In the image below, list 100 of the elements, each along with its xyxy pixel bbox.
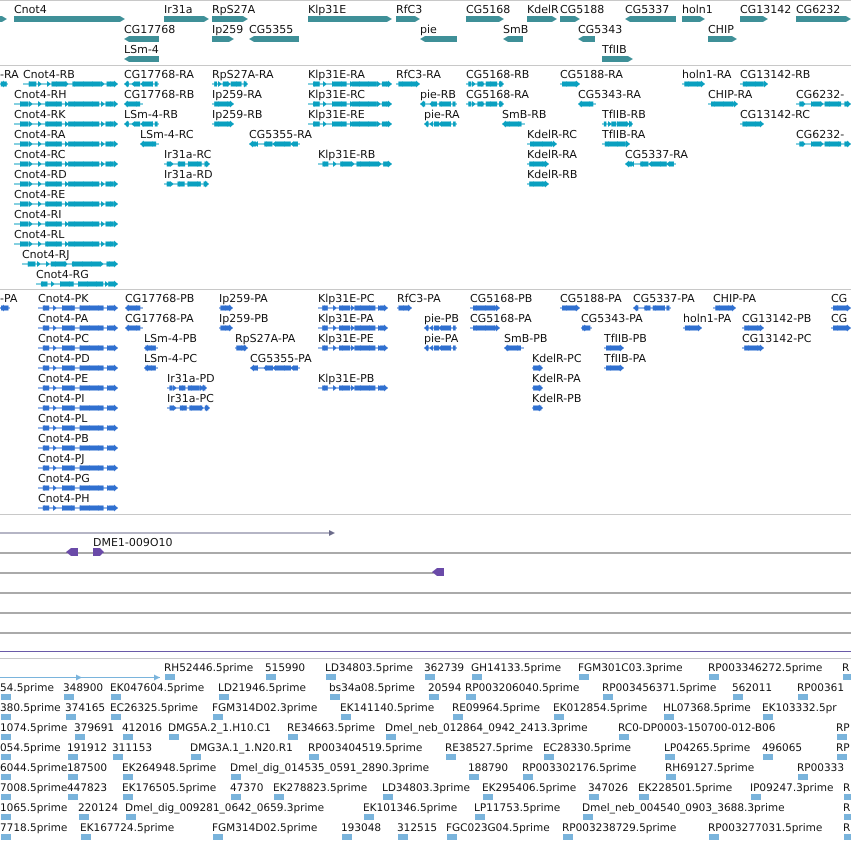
feature-label: LSm-4-PB — [144, 333, 197, 345]
feature-label: -RA — [0, 69, 19, 81]
feature-glyph — [469, 774, 479, 780]
feature-label: EK264948.5prime — [122, 762, 216, 774]
feature-label: RE34663.5prime — [287, 722, 375, 734]
feature-label: Klp31E-PC — [318, 293, 374, 305]
feature-label: Ip259-RA — [212, 89, 262, 101]
feature-label: R — [843, 782, 850, 794]
feature-glyph — [75, 734, 85, 740]
feature-label: RfC3-RA — [396, 69, 441, 81]
feature-label: 348900 — [63, 682, 104, 694]
feature-label: 347026 — [588, 782, 628, 794]
feature-label: 362739 — [424, 662, 464, 674]
feature-label: CG5343 — [578, 24, 622, 36]
feature-label: EK176505.5prime — [122, 782, 216, 794]
feature-glyph — [330, 694, 340, 700]
feature-label: DMG5A.2_1.H10.C1 — [168, 722, 271, 734]
feature-glyph — [466, 694, 476, 700]
feature-label: 6044.5prime — [0, 762, 68, 774]
feature-label: KdelR-RA — [527, 149, 577, 161]
feature-label: CG5188-RA — [560, 69, 623, 81]
feature-label: pie — [420, 24, 437, 36]
feature-label: CG5355-RA — [249, 129, 312, 141]
feature-label: R — [843, 802, 850, 814]
feature-label: CHIP-PA — [713, 293, 756, 305]
feature-glyph — [1, 734, 11, 740]
feature-label: EK295406.5prime — [482, 782, 576, 794]
feature-label: Cnot4-PE — [38, 373, 88, 385]
feature-glyph — [1, 754, 11, 760]
feature-label: RP003302176.5prime — [522, 762, 636, 774]
feature-label: TfIIB — [602, 44, 627, 56]
feature-glyph — [483, 794, 493, 800]
feature-label: EK278823.5prime — [273, 782, 368, 794]
feature-label: RP003277031.5prime — [708, 822, 822, 834]
feature-label: 193048 — [341, 822, 382, 834]
feature-label: Cnot4-RK — [14, 109, 66, 121]
feature-glyph — [563, 834, 573, 840]
feature-label: GH14133.5prime — [471, 662, 562, 674]
feature-glyph — [123, 794, 133, 800]
feature-glyph — [111, 714, 121, 720]
feature-label: Ip259-PA — [219, 293, 268, 305]
feature-label: 412016 — [122, 722, 162, 734]
feature-label: 562011 — [732, 682, 772, 694]
feature-label: bs34a08.5prime — [329, 682, 415, 694]
feature-label: CG13142-RC — [740, 109, 810, 121]
feature-label: 1074.5prime — [0, 722, 68, 734]
feature-label: CG17768-RA — [124, 69, 194, 81]
feature-glyph — [837, 754, 847, 760]
feature-label: LSm-4 — [124, 44, 159, 56]
feature-label: RC0-DP0003-150700-012-B06 — [618, 722, 776, 734]
feature-label: Cnot4-RL — [14, 229, 64, 241]
feature-label: KdelR-RB — [527, 169, 578, 181]
feature-glyph — [309, 754, 319, 760]
feature-label: KdelR-RC — [527, 129, 577, 141]
feature-label: CG6232- — [796, 89, 844, 101]
feature-glyph — [603, 694, 613, 700]
feature-label: SmB-PB — [504, 333, 548, 345]
feature-glyph — [165, 674, 175, 680]
feature-label: 220124 — [78, 802, 118, 814]
feature-label: LD34803.5prime — [325, 662, 413, 674]
feature-label: 1065.5prime — [0, 802, 68, 814]
feature-label: EK228501.5prime — [638, 782, 732, 794]
feature-label: EK167724.5prime — [80, 822, 174, 834]
feature-glyph — [64, 694, 74, 700]
feature-label: RpS27A-PA — [235, 333, 296, 345]
feature-label: Cnot4-RJ — [22, 249, 70, 261]
feature-glyph — [1, 774, 11, 780]
feature-label: Cnot4 — [14, 4, 47, 16]
feature-label: Ir31a-RD — [164, 169, 213, 181]
feature-label: CG17768 — [124, 24, 176, 36]
feature-label: SmB-RB — [502, 109, 546, 121]
feature-glyph — [554, 714, 564, 720]
feature-label: 379691 — [74, 722, 114, 734]
feature-label: CG6232- — [796, 129, 844, 141]
feature-label: KdelR-PC — [532, 353, 582, 365]
feature-label: Dmel_dig_014535_0591_2890.3prime — [230, 762, 430, 774]
feature-glyph — [429, 694, 439, 700]
feature-label: RpS27A — [212, 4, 256, 16]
feature-label: R — [843, 822, 850, 834]
feature-label: RfC3-PA — [397, 293, 441, 305]
feature-label: 187500 — [67, 762, 108, 774]
feature-label: FGM314D02.3prime — [212, 702, 318, 714]
feature-label: LD21946.5prime — [218, 682, 306, 694]
feature-glyph — [664, 714, 674, 720]
feature-label: RP00333 — [797, 762, 844, 774]
feature-label: EK141140.5prime — [340, 702, 434, 714]
feature-label: CG13142-PB — [742, 313, 812, 325]
feature-label: Ir31a-PD — [167, 373, 215, 385]
feature-label: RH52446.5prime — [164, 662, 254, 674]
feature-glyph — [383, 794, 393, 800]
feature-glyph — [68, 774, 78, 780]
feature-label: RH69127.5prime — [665, 762, 754, 774]
feature-label: CG5168 — [466, 4, 510, 16]
feature-label: 188790 — [468, 762, 508, 774]
feature-label: RP003404519.5prime — [308, 742, 422, 754]
feature-glyph — [763, 714, 773, 720]
feature-glyph — [843, 674, 851, 680]
feature-label: KdelR-PB — [532, 393, 582, 405]
feature-label: Ip259-RB — [212, 109, 262, 121]
feature-label: Cnot4-PI — [38, 393, 85, 405]
